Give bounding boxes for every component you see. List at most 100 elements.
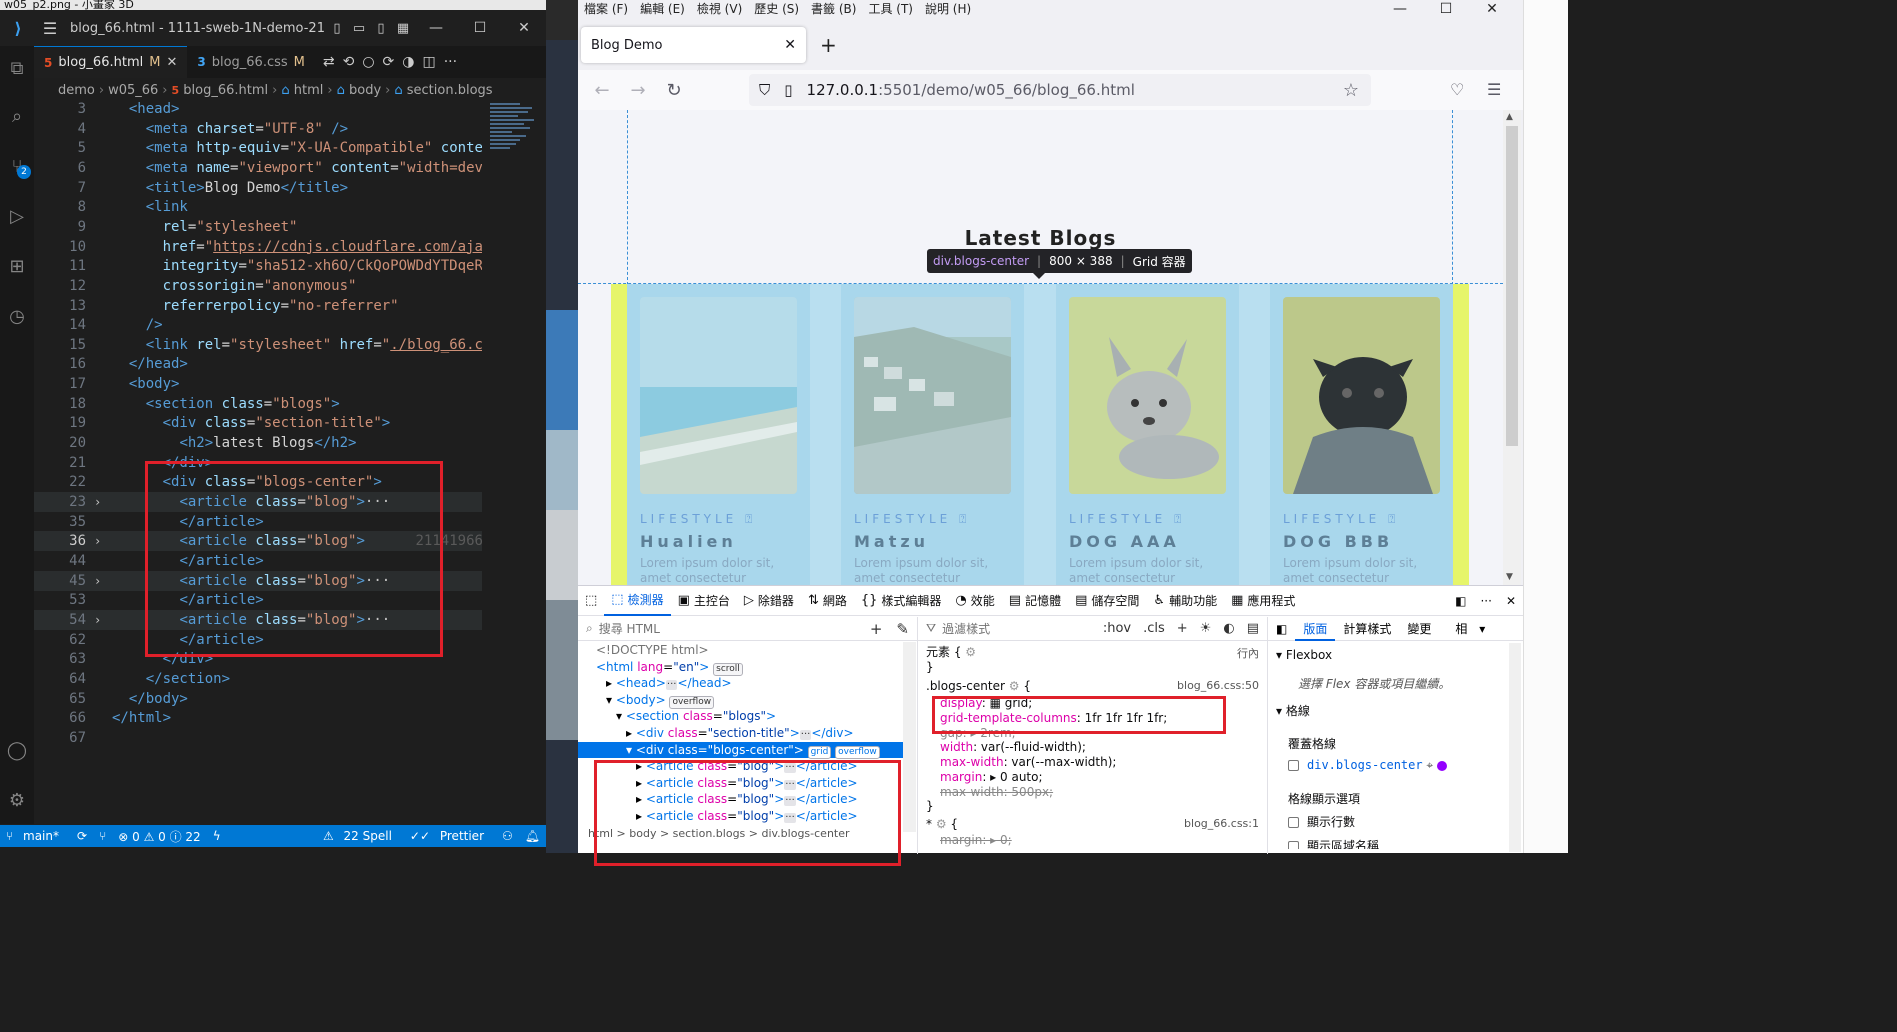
toggle-sidebar-icon[interactable]: ◧ — [1268, 622, 1295, 636]
maximize-button[interactable]: ☐ — [458, 20, 502, 36]
close-button[interactable]: ✕ — [1469, 0, 1515, 18]
problems-indicator[interactable]: ⊗ 0 ⚠ 0 ⓘ 22 — [112, 828, 206, 845]
shield-icon[interactable]: ⛉ — [759, 81, 770, 99]
fold-chevron-icon[interactable]: › — [94, 492, 101, 512]
code-line[interactable]: 6 <meta name="viewport" content="width=d… — [34, 158, 482, 178]
style-filter[interactable]: ⛛ 過濾樣式 :hov .cls + ☀ ◐ ▤ — [918, 617, 1267, 641]
notifications-icon[interactable]: 🔔︎ — [519, 829, 546, 843]
markup-node[interactable]: ▸ <head>···</head> — [578, 675, 903, 692]
rule-selector[interactable]: .blogs-center ⚙ { — [926, 679, 1031, 694]
circle-icon[interactable]: ○ — [362, 54, 374, 70]
area-names-checkbox[interactable] — [1288, 841, 1299, 849]
selected-node[interactable]: ▾ <div class="blogs-center"> grid overfl… — [578, 741, 903, 759]
tab-console[interactable]: ▣ 主控台 — [671, 586, 737, 616]
close-button[interactable]: ✕ — [502, 20, 546, 36]
light-theme-icon[interactable]: ☀ — [1200, 621, 1212, 636]
element-picker-icon[interactable]: ⬚ — [578, 586, 604, 616]
css-declaration[interactable]: width: var(--fluid-width); — [940, 740, 1086, 755]
tab-storage[interactable]: ▤ 儲存空間 — [1068, 586, 1146, 616]
layout-scrollbar[interactable] — [1509, 643, 1521, 852]
grid-color-swatch[interactable] — [1437, 760, 1448, 771]
run-debug-icon[interactable]: ▷ — [0, 198, 34, 234]
source-control-icon[interactable]: ⑂ 2 — [0, 148, 34, 184]
code-line[interactable]: 16 </head> — [34, 354, 482, 374]
lightning-icon[interactable]: ϟ — [207, 829, 227, 843]
code-line[interactable]: 20 <h2>latest Blogs</h2> — [34, 433, 482, 453]
star-rule-source[interactable]: blog_66.css:1 — [1184, 817, 1259, 830]
tab-accessibility[interactable]: ♿︎ 輔助功能 — [1146, 586, 1224, 616]
tab-layout[interactable]: 版面 — [1295, 617, 1336, 641]
markup-node[interactable]: <!DOCTYPE html> — [578, 642, 903, 659]
fold-chevron-icon[interactable]: › — [94, 531, 101, 551]
sync-icon[interactable]: ⟳ — [71, 829, 93, 843]
code-line[interactable]: 64 </section> — [34, 669, 482, 689]
reload-button[interactable]: ↻ — [656, 80, 692, 101]
maximize-button[interactable]: ☐ — [1423, 0, 1469, 18]
grid-overlay-checkbox[interactable] — [1288, 760, 1299, 771]
markup-node[interactable]: ▾ <section class="blogs"> — [578, 708, 903, 725]
settings-gear-icon[interactable]: ⚙ — [0, 782, 34, 818]
extensions-icon[interactable]: ⊞ — [0, 248, 34, 284]
tab-style-editor[interactable]: {} 樣式編輯器 — [854, 586, 949, 616]
code-line[interactable]: 19 <div class="section-title"> — [34, 413, 482, 433]
add-rule-icon[interactable]: + — [1177, 621, 1188, 636]
tab-more[interactable]: 相 ▾ — [1439, 620, 1493, 637]
code-line[interactable]: 15 <link rel="stylesheet" href="./blog_6… — [34, 335, 482, 355]
go-back-icon[interactable]: ⟲ — [343, 54, 355, 70]
code-line[interactable]: 11 integrity="sha512-xh6O/CkQoPOWDdYTDqe… — [34, 256, 482, 276]
tab-changes[interactable]: 變更 — [1399, 620, 1439, 637]
toggle-sidebar-icon[interactable]: ▯ — [326, 21, 348, 36]
menu-bookmarks[interactable]: 書籤 (B) — [805, 0, 862, 17]
minimize-button[interactable]: — — [414, 20, 458, 36]
blog-card[interactable]: LIFESTYLE ⍰ DOG BBB Lorem ipsum dolor si… — [1270, 284, 1453, 585]
tab-computed[interactable]: 計算樣式 — [1335, 620, 1399, 637]
more-actions-icon[interactable]: ··· — [444, 54, 457, 70]
code-line[interactable]: 67 — [34, 728, 482, 748]
fold-chevron-icon[interactable]: › — [94, 610, 101, 630]
code-line[interactable]: 3 <head> — [34, 99, 482, 119]
code-line[interactable]: 4 <meta charset="UTF-8" /> — [34, 119, 482, 139]
dark-theme-icon[interactable]: ◐ — [1223, 621, 1234, 636]
publish-icon[interactable]: ⑂ — [93, 829, 112, 843]
code-line[interactable]: 18 <section class="blogs"> — [34, 394, 482, 414]
minimize-button[interactable]: — — [1377, 0, 1423, 18]
go-forward-icon[interactable]: ⟳ — [383, 54, 395, 70]
accounts-icon[interactable]: ⚇ — [496, 829, 519, 843]
code-line[interactable]: 14 /> — [34, 315, 482, 335]
tab-debugger[interactable]: ▷ 除錯器 — [737, 586, 801, 616]
breadcrumb-item[interactable]: section.blogs — [407, 83, 493, 98]
bookmark-star-icon[interactable]: ☆ — [1343, 80, 1371, 101]
line-numbers-checkbox[interactable] — [1288, 817, 1299, 828]
scrollbar-thumb[interactable] — [1506, 126, 1518, 446]
print-icon[interactable]: ▤ — [1247, 621, 1259, 636]
code-line[interactable]: 12 crossorigin="anonymous" — [34, 276, 482, 296]
hov-toggle[interactable]: :hov — [1103, 621, 1131, 636]
spell-indicator[interactable]: ⚠ 22 Spell — [317, 829, 404, 843]
add-node-icon[interactable]: + — [870, 620, 883, 638]
html-search[interactable]: ⌕ 搜尋 HTML + ✎ — [578, 617, 917, 641]
browser-tab[interactable]: Blog Demo ✕ — [581, 27, 806, 63]
prettier-indicator[interactable]: ✓✓ Prettier — [404, 829, 496, 843]
menu-view[interactable]: 檢視 (V) — [691, 0, 748, 17]
flexbox-section[interactable]: ▾ Flexbox — [1276, 648, 1332, 662]
back-button[interactable]: ← — [584, 80, 620, 101]
breadcrumb-item[interactable]: body — [349, 83, 381, 98]
target-icon[interactable]: ⌖ — [1426, 758, 1433, 772]
code-line[interactable]: 65 </body> — [34, 689, 482, 709]
pocket-icon[interactable]: ♡ — [1450, 80, 1464, 99]
more-icon[interactable]: ··· — [1473, 586, 1498, 616]
code-line[interactable]: 9 rel="stylesheet" — [34, 217, 482, 237]
cls-toggle[interactable]: .cls — [1143, 621, 1165, 636]
minimap[interactable] — [482, 99, 546, 825]
open-changes-icon[interactable]: ⇄ — [323, 54, 335, 70]
page-scrollbar[interactable]: ▲ ▼ — [1503, 110, 1521, 585]
rule-source[interactable]: blog_66.css:50 — [1177, 679, 1259, 692]
close-devtools-icon[interactable]: ✕ — [1499, 586, 1523, 616]
menu-edit[interactable]: 編輯 (E) — [634, 0, 691, 17]
app-menu-icon[interactable]: ☰ — [1487, 80, 1501, 99]
code-line[interactable]: 66 </html> — [34, 708, 482, 728]
tab-blog-css[interactable]: 3 blog_66.css M — [187, 46, 315, 78]
breadcrumb-item[interactable]: html — [294, 83, 324, 98]
markup-scrollbar[interactable] — [903, 642, 916, 832]
code-line[interactable]: 7 <title>Blog Demo</title> — [34, 178, 482, 198]
